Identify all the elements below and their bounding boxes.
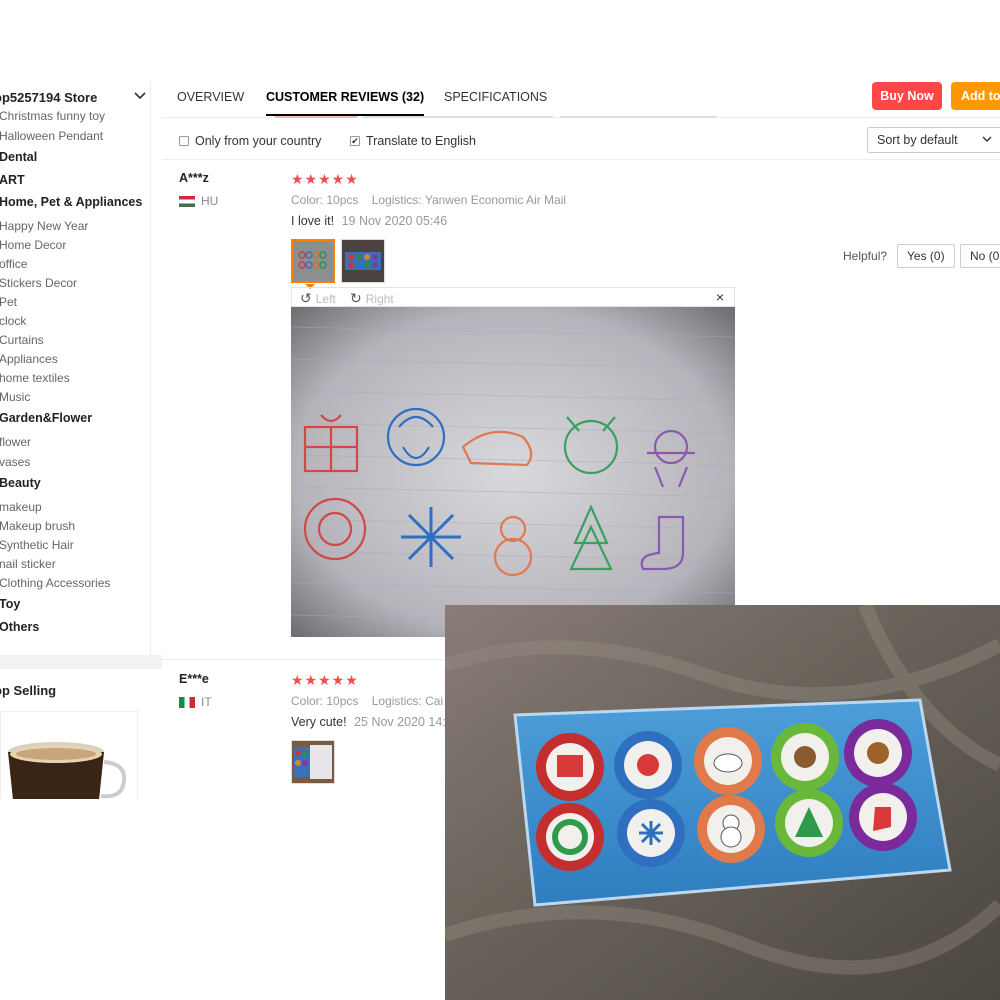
tab-overview[interactable]: OVERVIEW xyxy=(177,90,244,104)
review-text: Very cute! 25 Nov 2020 14:4 xyxy=(291,715,453,729)
review-body: I love it! xyxy=(291,214,335,228)
color-value: 10pcs xyxy=(326,193,359,207)
review-thumbnail-1[interactable] xyxy=(291,740,335,784)
top-selling-panel: op Selling xyxy=(0,669,151,799)
top-selling-product-image[interactable] xyxy=(0,711,138,799)
reviewer-name: E***e xyxy=(179,672,209,686)
review-filters: Only from your country ✔ Translate to En… xyxy=(162,118,1000,160)
sidebar-category-item[interactable]: Music xyxy=(0,390,30,404)
checkbox-unchecked-icon[interactable] xyxy=(179,136,189,146)
sidebar-category-item[interactable]: Makeup brush xyxy=(0,519,75,533)
logistics-value: Cai xyxy=(425,694,444,708)
rotate-left-icon: ↺ xyxy=(300,290,312,306)
buy-now-button[interactable]: Buy Now xyxy=(872,82,942,110)
sort-select[interactable]: Sort by default xyxy=(867,127,1000,153)
chevron-down-icon[interactable] xyxy=(134,91,146,103)
store-name[interactable]: op5257194 Store xyxy=(0,90,146,105)
helpful-no-button[interactable]: No (0 xyxy=(960,244,1000,268)
sidebar-category-item[interactable]: Home, Pet & Appliances xyxy=(0,195,142,209)
only-country-checkbox[interactable]: Only from your country xyxy=(179,134,321,148)
reviewer-country: HU xyxy=(179,194,218,208)
sidebar-category-item[interactable]: vases xyxy=(0,455,30,469)
review-photo-enlarged[interactable] xyxy=(291,307,735,637)
store-sidebar: op5257194 Store Christmas funny toy Hallo… xyxy=(0,80,151,655)
sidebar-category-item[interactable]: Stickers Decor xyxy=(0,276,77,290)
translate-checkbox[interactable]: ✔ Translate to English xyxy=(350,134,476,148)
sidebar-category-item[interactable]: home textiles xyxy=(0,371,70,385)
sidebar-category-item[interactable]: flower xyxy=(0,435,31,449)
review-meta: Color: 10pcs Logistics: Yanwen Economic … xyxy=(291,193,566,207)
review-separator xyxy=(162,659,452,660)
sidebar-category-item[interactable]: Toy xyxy=(0,597,20,611)
review-body: Very cute! xyxy=(291,715,347,729)
checkbox-checked-icon[interactable]: ✔ xyxy=(350,136,360,146)
review-meta: Color: 10pcs Logistics: Cai xyxy=(291,694,443,708)
sidebar-category-item[interactable]: Beauty xyxy=(0,476,41,490)
sidebar-category-item[interactable]: Home Decor xyxy=(0,238,66,252)
reviewer-country: IT xyxy=(179,695,212,709)
review-text: I love it! 19 Nov 2020 05:46 xyxy=(291,214,447,228)
sidebar-category-item[interactable]: Others xyxy=(0,620,39,634)
logistics-label: Logistics: xyxy=(371,694,422,708)
sidebar-category-item[interactable]: Christmas funny toy xyxy=(0,109,105,123)
helpful-label: Helpful? xyxy=(843,249,888,263)
sidebar-category-item[interactable]: Garden&Flower xyxy=(0,411,92,425)
only-country-label: Only from your country xyxy=(195,134,322,148)
sidebar-category-item[interactable]: makeup xyxy=(0,500,42,514)
color-label: Color: xyxy=(291,193,324,207)
review-date: 19 Nov 2020 05:46 xyxy=(341,214,448,228)
hungary-flag-icon xyxy=(179,195,195,207)
rotate-right-button[interactable]: ↻ Right xyxy=(350,290,394,307)
reviewer-name: A***z xyxy=(179,171,209,185)
translate-label: Translate to English xyxy=(366,134,477,148)
sidebar-divider xyxy=(0,655,162,669)
sidebar-category-item[interactable]: nail sticker xyxy=(0,557,56,571)
chevron-down-icon xyxy=(982,128,992,152)
top-selling-title: op Selling xyxy=(0,683,57,698)
sidebar-category-item[interactable]: Appliances xyxy=(0,352,58,366)
close-icon[interactable]: × xyxy=(716,289,724,305)
sidebar-category-item[interactable]: Curtains xyxy=(0,333,44,347)
sidebar-category-item[interactable]: clock xyxy=(0,314,26,328)
sidebar-category-item[interactable]: Clothing Accessories xyxy=(0,576,110,590)
sort-value: Sort by default xyxy=(877,133,958,147)
logistics-label: Logistics: xyxy=(371,193,422,207)
rotate-left-button[interactable]: ↺ Left xyxy=(300,290,336,307)
image-viewer-toolbar: ↺ Left ↻ Right × xyxy=(291,287,735,307)
logistics-value: Yanwen Economic Air Mail xyxy=(424,193,567,207)
color-label: Color: xyxy=(291,694,324,708)
sidebar-category-item[interactable]: ART xyxy=(0,173,25,187)
sidebar-category-item[interactable]: Happy New Year xyxy=(0,219,88,233)
review-thumbnail-2[interactable] xyxy=(341,239,385,283)
rating-stars: ★★★★★ xyxy=(291,672,359,688)
review-thumbnail-1[interactable] xyxy=(291,239,335,283)
country-code: IT xyxy=(201,695,212,709)
add-to-cart-button[interactable]: Add to xyxy=(951,82,1000,110)
review-date: 25 Nov 2020 14:4 xyxy=(354,715,453,729)
sidebar-category-item[interactable]: Halloween Pendant xyxy=(0,129,103,143)
country-code: HU xyxy=(201,194,219,208)
tab-customer-reviews[interactable]: CUSTOMER REVIEWS (32) xyxy=(266,90,425,116)
helpful-yes-button[interactable]: Yes (0) xyxy=(897,244,955,268)
sidebar-category-item[interactable]: office xyxy=(0,257,27,271)
sidebar-category-item[interactable]: Pet xyxy=(0,295,17,309)
sidebar-category-item[interactable]: Dental xyxy=(0,150,37,164)
tab-specifications[interactable]: SPECIFICATIONS xyxy=(444,90,547,104)
italy-flag-icon xyxy=(179,696,195,708)
rotate-right-icon: ↻ xyxy=(350,290,362,306)
color-value: 10pcs xyxy=(326,694,359,708)
stamp-box-photo xyxy=(445,605,1000,1000)
rating-stars: ★★★★★ xyxy=(291,171,359,187)
sidebar-category-item[interactable]: Synthetic Hair xyxy=(0,538,74,552)
